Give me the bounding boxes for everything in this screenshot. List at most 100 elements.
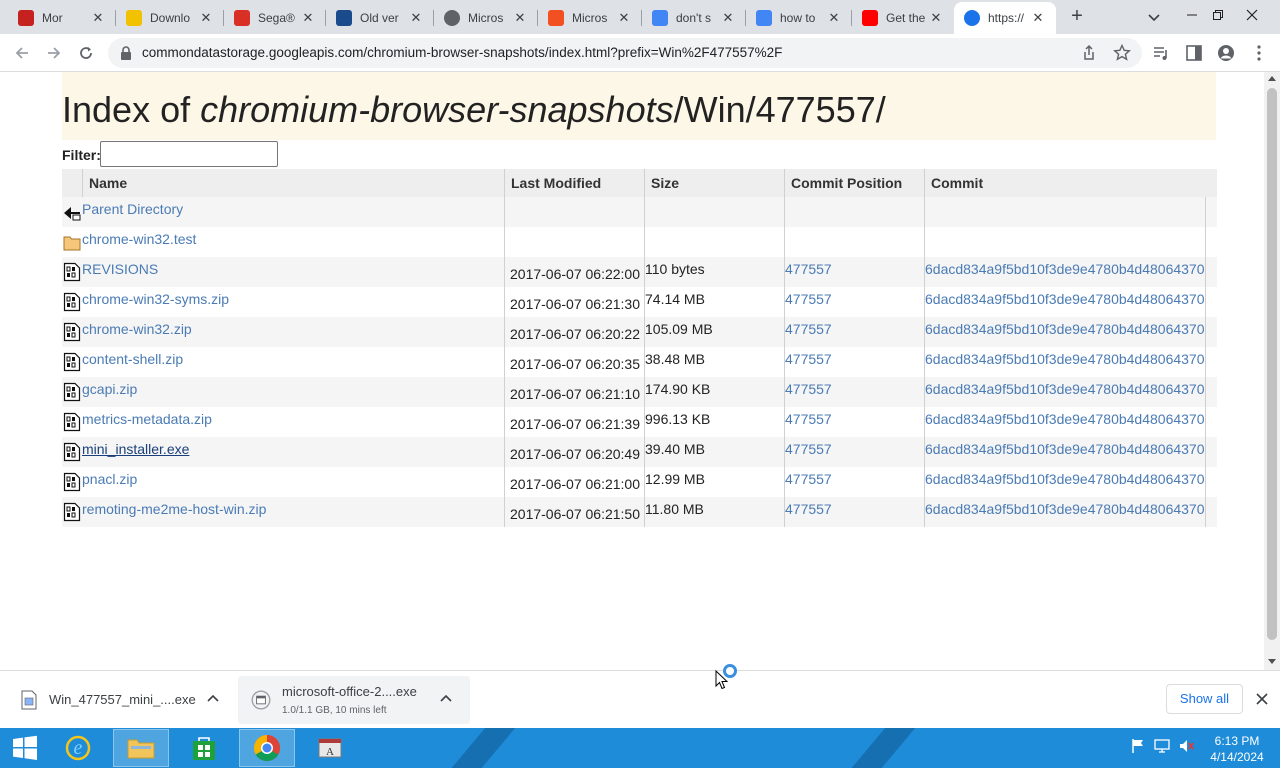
file-name-link[interactable]: metrics-metadata.zip xyxy=(82,407,504,437)
size-cell: 12.99 MB xyxy=(644,467,784,497)
volume-muted-icon[interactable] xyxy=(1178,738,1194,754)
network-icon[interactable] xyxy=(1154,738,1170,754)
file-name-link[interactable]: REVISIONS xyxy=(82,257,504,287)
commit-position-link[interactable]: 477557 xyxy=(784,437,924,467)
commit-hash-link[interactable]: 6dacd834a9f5bd10f3de9e4780b4d48064370 xyxy=(924,257,1206,287)
system-clock[interactable]: 6:13 PM 4/14/2024 xyxy=(1206,733,1268,765)
commit-hash-link[interactable]: 6dacd834a9f5bd10f3de9e4780b4d48064370 xyxy=(924,347,1206,377)
commit-hash-link[interactable]: 6dacd834a9f5bd10f3de9e4780b4d48064370 xyxy=(924,407,1206,437)
browser-tab[interactable]: Sega® ✕ xyxy=(224,2,326,34)
reload-button[interactable] xyxy=(74,41,98,65)
close-tab-icon[interactable]: ✕ xyxy=(720,10,736,26)
commit-position-link[interactable]: 477557 xyxy=(784,257,924,287)
scroll-thumb[interactable] xyxy=(1267,88,1277,640)
bookmark-star-icon[interactable] xyxy=(1113,44,1131,62)
taskbar-internet-explorer[interactable]: e xyxy=(50,729,106,767)
commit-hash-link[interactable]: 6dacd834a9f5bd10f3de9e4780b4d48064370 xyxy=(924,437,1206,467)
commit-hash-link[interactable]: 6dacd834a9f5bd10f3de9e4780b4d48064370 xyxy=(924,287,1206,317)
scroll-down-arrow-icon[interactable] xyxy=(1268,659,1276,664)
forward-button[interactable] xyxy=(42,41,66,65)
commit-hash-link[interactable]: 6dacd834a9f5bd10f3de9e4780b4d48064370 xyxy=(924,377,1206,407)
page-scrollbar[interactable] xyxy=(1264,72,1280,670)
browser-tab[interactable]: https:// ✕ xyxy=(954,2,1056,34)
new-tab-button[interactable]: + xyxy=(1066,6,1088,28)
last-modified-cell: 2017-06-07 06:21:39 xyxy=(504,407,644,437)
back-button[interactable] xyxy=(10,41,34,65)
commit-position-link[interactable]: 477557 xyxy=(784,467,924,497)
url-text[interactable]: commondatastorage.googleapis.com/chromiu… xyxy=(142,45,782,60)
commit-hash-link[interactable]: 6dacd834a9f5bd10f3de9e4780b4d48064370 xyxy=(924,317,1206,347)
close-tab-icon[interactable]: ✕ xyxy=(928,10,944,26)
file-name-link[interactable]: content-shell.zip xyxy=(82,347,504,377)
close-tab-icon[interactable]: ✕ xyxy=(826,10,842,26)
wolf-icon xyxy=(18,10,34,26)
scroll-up-arrow-icon[interactable] xyxy=(1268,76,1276,81)
commit-position-link[interactable]: 477557 xyxy=(784,347,924,377)
commit-position-link[interactable]: 477557 xyxy=(784,407,924,437)
file-name-link[interactable]: mini_installer.exe xyxy=(82,437,504,467)
close-tab-icon[interactable]: ✕ xyxy=(90,10,106,26)
address-bar[interactable]: commondatastorage.googleapis.com/chromiu… xyxy=(108,38,1142,68)
commit-position-link[interactable]: 477557 xyxy=(784,287,924,317)
start-button[interactable] xyxy=(0,729,50,767)
browser-tab[interactable]: don't s ✕ xyxy=(642,2,746,34)
commit-position-link[interactable]: 477557 xyxy=(784,317,924,347)
action-center-flag-icon[interactable] xyxy=(1130,738,1146,754)
file-name-link[interactable]: chrome-win32-syms.zip xyxy=(82,287,504,317)
column-header-last-modified[interactable]: Last Modified xyxy=(504,169,644,197)
browser-tab[interactable]: Get the ✕ xyxy=(852,2,954,34)
taskbar-chrome[interactable] xyxy=(239,729,295,767)
commit-hash-link xyxy=(924,197,1206,227)
browser-tab[interactable]: Old ver ✕ xyxy=(326,2,434,34)
profile-avatar-icon[interactable] xyxy=(1217,44,1235,62)
close-tab-icon[interactable]: ✕ xyxy=(512,10,528,26)
close-icon[interactable] xyxy=(1254,691,1270,707)
close-window-button[interactable] xyxy=(1232,0,1272,30)
file-name-link[interactable]: gcapi.zip xyxy=(82,377,504,407)
close-tab-icon[interactable]: ✕ xyxy=(408,10,424,26)
column-header-size[interactable]: Size xyxy=(644,169,784,197)
tab-title: Downlo xyxy=(150,11,191,25)
commit-hash-link[interactable]: 6dacd834a9f5bd10f3de9e4780b4d48064370 xyxy=(924,467,1206,497)
media-controls-icon[interactable] xyxy=(1152,44,1170,62)
last-modified-cell: 2017-06-07 06:21:00 xyxy=(504,467,644,497)
taskbar-store[interactable] xyxy=(176,729,232,767)
browser-tab[interactable]: Micros ✕ xyxy=(434,2,538,34)
commit-position-link[interactable]: 477557 xyxy=(784,377,924,407)
file-listing-table: Name Last Modified Size Commit Position … xyxy=(62,169,1217,527)
file-name-link[interactable]: remoting-me2me-host-win.zip xyxy=(82,497,504,527)
show-all-downloads-button[interactable]: Show all xyxy=(1166,684,1243,714)
globe-icon xyxy=(964,10,980,26)
lock-icon[interactable] xyxy=(120,46,132,60)
close-tab-icon[interactable]: ✕ xyxy=(616,10,632,26)
browser-tab[interactable]: Downlo ✕ xyxy=(116,2,224,34)
download-site-icon xyxy=(126,10,142,26)
chevron-up-icon[interactable] xyxy=(206,692,220,706)
progress-ring-icon xyxy=(251,690,271,710)
browser-tab[interactable]: Mor ✕ xyxy=(8,2,116,34)
close-tab-icon[interactable]: ✕ xyxy=(300,10,316,26)
taskbar-file-explorer[interactable] xyxy=(113,729,169,767)
browser-tab[interactable]: how to ✕ xyxy=(746,2,852,34)
download-item[interactable]: microsoft-office-2....exe 1.0/1.1 GB, 10… xyxy=(238,676,470,724)
download-item[interactable]: Win_477557_mini_....exe xyxy=(8,676,230,724)
close-tab-icon[interactable]: ✕ xyxy=(1030,10,1046,26)
menu-kebab-icon[interactable] xyxy=(1250,44,1268,62)
browser-tab[interactable]: Micros ✕ xyxy=(538,2,642,34)
file-name-link[interactable]: pnacl.zip xyxy=(82,467,504,497)
tab-search-icon[interactable] xyxy=(1146,9,1162,25)
file-name-link[interactable]: chrome-win32.zip xyxy=(82,317,504,347)
share-icon[interactable] xyxy=(1080,44,1098,62)
commit-hash-link[interactable]: 6dacd834a9f5bd10f3de9e4780b4d48064370 xyxy=(924,497,1206,527)
commit-position-link[interactable]: 477557 xyxy=(784,497,924,527)
column-header-name[interactable]: Name xyxy=(82,169,504,197)
taskbar-document-viewer[interactable]: A xyxy=(302,729,358,767)
filter-input[interactable] xyxy=(100,141,278,167)
side-panel-icon[interactable] xyxy=(1185,44,1203,62)
file-name-link[interactable]: chrome-win32.test xyxy=(82,227,504,257)
chevron-up-icon[interactable] xyxy=(439,692,453,706)
column-header-commit-position[interactable]: Commit Position xyxy=(784,169,924,197)
column-header-commit[interactable]: Commit xyxy=(924,169,1206,197)
file-name-link[interactable]: Parent Directory xyxy=(82,197,504,227)
close-tab-icon[interactable]: ✕ xyxy=(198,10,214,26)
